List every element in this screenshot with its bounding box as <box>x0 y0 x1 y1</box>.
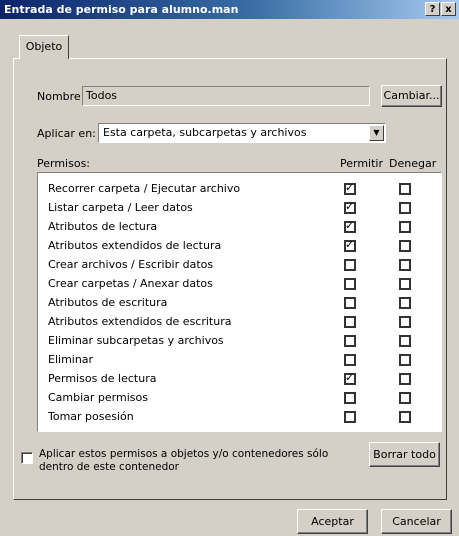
permission-name: Atributos extendidos de lectura <box>48 239 222 252</box>
permission-row: Atributos extendidos de lectura ✓ <box>38 237 438 256</box>
permission-row: Atributos de escritura <box>38 294 438 313</box>
deny-checkbox[interactable] <box>399 259 411 271</box>
allow-checkbox[interactable] <box>344 354 356 366</box>
apply-inherit-label-line1: Aplicar estos permisos a objetos y/o con… <box>39 448 329 460</box>
permission-row: Crear archivos / Escribir datos <box>38 256 438 275</box>
permission-name: Permisos de lectura <box>48 372 157 385</box>
permission-row: Eliminar subcarpetas y archivos <box>38 332 438 351</box>
allow-checkbox[interactable] <box>344 392 356 404</box>
allow-checkbox[interactable]: ✓ <box>344 181 356 195</box>
close-button[interactable]: x <box>441 2 456 16</box>
allow-checkbox[interactable]: ✓ <box>344 371 356 385</box>
allow-checkbox[interactable] <box>344 335 356 347</box>
name-field: Todos <box>82 86 370 106</box>
deny-checkbox[interactable] <box>399 373 411 385</box>
permission-row: Permisos de lectura ✓ <box>38 370 438 389</box>
permission-row: Crear carpetas / Anexar datos <box>38 275 438 294</box>
permission-name: Eliminar subcarpetas y archivos <box>48 334 224 347</box>
name-label: Nombre: <box>37 90 85 103</box>
allow-checkbox[interactable] <box>344 278 356 290</box>
deny-checkbox[interactable] <box>399 221 411 233</box>
deny-checkbox[interactable] <box>399 240 411 252</box>
title-bar: Entrada de permiso para alumno.man ? x <box>0 0 459 19</box>
permission-name: Atributos extendidos de escritura <box>48 315 232 328</box>
deny-checkbox[interactable] <box>399 354 411 366</box>
change-button[interactable]: Cambiar... <box>381 85 442 107</box>
permission-row: Cambiar permisos <box>38 389 438 408</box>
deny-checkbox[interactable] <box>399 392 411 404</box>
permission-name: Listar carpeta / Leer datos <box>48 201 193 214</box>
apply-on-value: Esta carpeta, subcarpetas y archivos <box>103 126 307 139</box>
permission-name: Cambiar permisos <box>48 391 148 404</box>
permission-row: Atributos extendidos de escritura <box>38 313 438 332</box>
check-icon: ✓ <box>345 219 355 232</box>
permissions-list: Recorrer carpeta / Ejecutar archivo ✓ List… <box>37 172 442 432</box>
permission-row: Eliminar <box>38 351 438 370</box>
clear-all-button[interactable]: Borrar todo <box>369 442 440 467</box>
ok-button[interactable]: Aceptar <box>297 509 368 534</box>
permissions-label: Permisos: <box>37 157 91 170</box>
allow-checkbox[interactable]: ✓ <box>344 200 356 214</box>
check-icon: ✓ <box>345 181 355 194</box>
check-icon: ✓ <box>345 238 355 251</box>
allow-checkbox[interactable]: ✓ <box>344 219 356 233</box>
allow-checkbox[interactable] <box>344 259 356 271</box>
permission-name: Eliminar <box>48 353 94 366</box>
allow-column-header: Permitir <box>340 157 384 170</box>
permission-name: Atributos de escritura <box>48 296 168 309</box>
window-title: Entrada de permiso para alumno.man <box>4 3 239 16</box>
apply-inherit-label-line2: dentro de este contenedor <box>39 461 180 473</box>
help-button[interactable]: ? <box>425 2 440 16</box>
permission-name: Crear archivos / Escribir datos <box>48 258 214 271</box>
permission-row: Atributos de lectura ✓ <box>38 218 438 237</box>
cancel-button[interactable]: Cancelar <box>381 509 452 534</box>
permission-row: Tomar posesión <box>38 408 438 427</box>
deny-checkbox[interactable] <box>399 183 411 195</box>
deny-checkbox[interactable] <box>399 278 411 290</box>
deny-checkbox[interactable] <box>399 411 411 423</box>
tab-objeto[interactable]: Objeto <box>19 35 69 59</box>
permission-name: Atributos de lectura <box>48 220 158 233</box>
permission-row: Listar carpeta / Leer datos ✓ <box>38 199 438 218</box>
chevron-down-icon[interactable]: ▼ <box>369 125 384 141</box>
permission-row: Recorrer carpeta / Ejecutar archivo ✓ <box>38 180 438 199</box>
allow-checkbox[interactable]: ✓ <box>344 238 356 252</box>
permission-name: Recorrer carpeta / Ejecutar archivo <box>48 182 241 195</box>
check-icon: ✓ <box>345 371 355 384</box>
allow-checkbox[interactable] <box>344 411 356 423</box>
deny-column-header: Denegar <box>389 157 437 170</box>
deny-checkbox[interactable] <box>399 335 411 347</box>
apply-on-select[interactable]: Esta carpeta, subcarpetas y archivos ▼ <box>98 123 386 143</box>
apply-on-label: Aplicar en: <box>37 127 96 140</box>
allow-checkbox[interactable] <box>344 316 356 328</box>
allow-checkbox[interactable] <box>344 297 356 309</box>
permission-name: Crear carpetas / Anexar datos <box>48 277 213 290</box>
deny-checkbox[interactable] <box>399 297 411 309</box>
deny-checkbox[interactable] <box>399 316 411 328</box>
permission-name: Tomar posesión <box>48 410 134 423</box>
check-icon: ✓ <box>345 200 355 213</box>
deny-checkbox[interactable] <box>399 202 411 214</box>
apply-inherit-checkbox[interactable] <box>21 452 33 464</box>
